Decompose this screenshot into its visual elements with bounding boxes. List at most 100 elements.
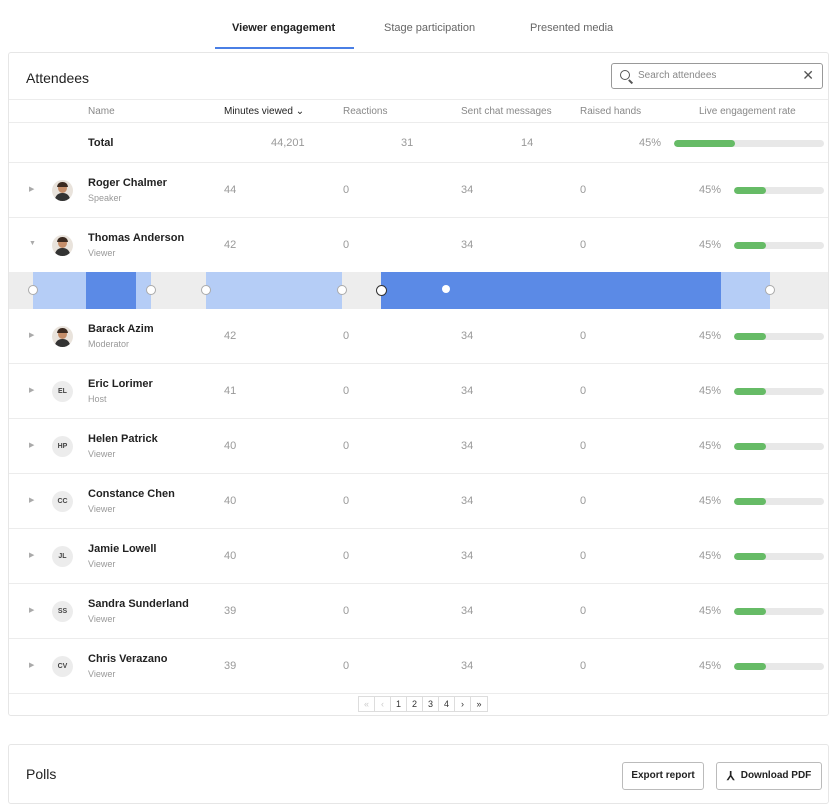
caret-right-icon[interactable]: ▶ [29,441,34,449]
engagement-rate-fill [734,608,767,615]
caret-right-icon[interactable]: ▶ [29,386,34,394]
table-row[interactable]: ▶ Barack Azim Moderator 42 0 34 0 45% [9,309,828,364]
attendee-name: Helen Patrick [88,433,158,445]
timeline-handle[interactable] [146,285,156,295]
attendee-role: Viewer [88,559,116,569]
page-button-1[interactable]: 1 [391,697,407,711]
page-button-3[interactable]: 3 [423,697,439,711]
column-header-reactions[interactable]: Reactions [343,106,387,117]
chat-count: 34 [461,239,474,251]
avatar [52,235,73,256]
engagement-rate-bar [734,242,824,249]
raised-hands-count: 0 [580,330,587,342]
minutes-viewed: 39 [224,605,237,617]
timeline-handle[interactable] [765,285,775,295]
table-row[interactable]: ▶ SS Sandra Sunderland Viewer 39 0 34 0 … [9,584,828,639]
column-header-name[interactable]: Name [88,106,115,117]
attendee-name: Constance Chen [88,488,175,500]
avatar [52,326,73,347]
engagement-rate-label: 45% [699,385,722,397]
page-button-4[interactable]: 4 [439,697,455,711]
active-tab-indicator [215,47,354,49]
table-row[interactable]: ▶ CC Constance Chen Viewer 40 0 34 0 45% [9,474,828,529]
table-header: Name Minutes viewed ⌄ Reactions Sent cha… [9,99,828,123]
download-pdf-button[interactable]: ⅄ Download PDF [716,762,822,790]
engagement-rate-bar [734,608,824,615]
search-attendees-input[interactable]: Search attendees [638,70,716,81]
attendee-role: Viewer [88,248,116,258]
total-reactions: 31 [401,137,414,149]
timeline-handle[interactable] [376,285,387,296]
attendee-name: Jamie Lowell [88,543,157,555]
avatar [52,180,73,201]
polls-card: Polls Export report ⅄ Download PDF [8,744,829,804]
table-row[interactable]: ▶ Roger Chalmer Speaker 44 0 34 0 45% [9,163,828,218]
engagement-rate-bar [734,498,824,505]
engagement-rate-label: 45% [699,605,722,617]
last-page-button[interactable]: » [471,697,487,711]
caret-right-icon[interactable]: ▶ [29,551,34,559]
pdf-icon: ⅄ [727,769,735,783]
attendee-name: Barack Azim [88,323,154,335]
column-header-minutes-viewed[interactable]: Minutes viewed ⌄ [224,106,304,117]
table-row[interactable]: ▶ CV Chris Verazano Viewer 39 0 34 0 45% [9,639,828,694]
search-attendees-field[interactable]: Search attendees ✕ [611,63,823,89]
close-icon[interactable]: ✕ [802,67,814,84]
engagement-rate-label: 45% [699,550,722,562]
minutes-viewed: 42 [224,239,237,251]
engagement-rate-bar [734,443,824,450]
attendees-card: Attendees Search attendees ✕ Name Minute… [8,52,829,716]
column-header-raised-hands[interactable]: Raised hands [580,106,641,117]
first-page-button[interactable]: « [359,697,375,711]
table-row[interactable]: ▶ EL Eric Lorimer Host 41 0 34 0 45% [9,364,828,419]
timeline-handle[interactable] [201,285,211,295]
column-header-engagement-rate[interactable]: Live engagement rate [699,106,796,117]
minutes-viewed: 41 [224,385,237,397]
prev-page-button[interactable]: ‹ [375,697,391,711]
caret-right-icon[interactable]: ▶ [29,661,34,669]
search-icon [620,70,630,80]
caret-right-icon[interactable]: ▶ [29,185,34,193]
timeline-playhead[interactable] [442,285,450,293]
minutes-viewed: 40 [224,550,237,562]
caret-right-icon[interactable]: ▶ [29,496,34,504]
total-row: Total 44,201 31 14 45% [9,123,828,163]
total-chat: 14 [521,137,534,149]
table-row[interactable]: ▶ JL Jamie Lowell Viewer 40 0 34 0 45% [9,529,828,584]
export-report-button[interactable]: Export report [622,762,704,790]
attendees-title: Attendees [26,70,90,86]
tab-viewer-engagement[interactable]: Viewer engagement [232,22,335,34]
raised-hands-count: 0 [580,660,587,672]
pagination: «‹ 1 2 3 4 ›» [358,696,488,712]
raised-hands-count: 0 [580,440,587,452]
attendee-name: Eric Lorimer [88,378,153,390]
caret-down-icon[interactable]: ▼ [29,240,36,247]
engagement-rate-bar [734,187,824,194]
avatar: HP [52,436,73,457]
minutes-viewed: 42 [224,330,237,342]
raised-hands-count: 0 [580,385,587,397]
caret-right-icon[interactable]: ▶ [29,331,34,339]
tab-stage-participation[interactable]: Stage participation [384,22,475,34]
caret-right-icon[interactable]: ▶ [29,606,34,614]
table-row[interactable]: ▶ HP Helen Patrick Viewer 40 0 34 0 45% [9,419,828,474]
viewing-timeline[interactable] [9,272,828,309]
tab-presented-media[interactable]: Presented media [530,22,613,34]
column-header-chat[interactable]: Sent chat messages [461,106,552,117]
timeline-handle[interactable] [28,285,38,295]
timeline-handle[interactable] [337,285,347,295]
next-page-button[interactable]: › [455,697,471,711]
engagement-rate-label: 45% [699,330,722,342]
total-rate-label: 45% [639,137,662,149]
engagement-rate-fill [734,187,767,194]
total-engagement-fill [674,140,735,147]
reactions-count: 0 [343,660,350,672]
reactions-count: 0 [343,385,350,397]
attendee-role: Host [88,394,107,404]
reactions-count: 0 [343,550,350,562]
chat-count: 34 [461,605,474,617]
attendee-role: Viewer [88,504,116,514]
attendee-role: Viewer [88,614,116,624]
page-button-2[interactable]: 2 [407,697,423,711]
table-row[interactable]: ▼ Thomas Anderson Viewer 42 0 34 0 45% [9,218,828,273]
